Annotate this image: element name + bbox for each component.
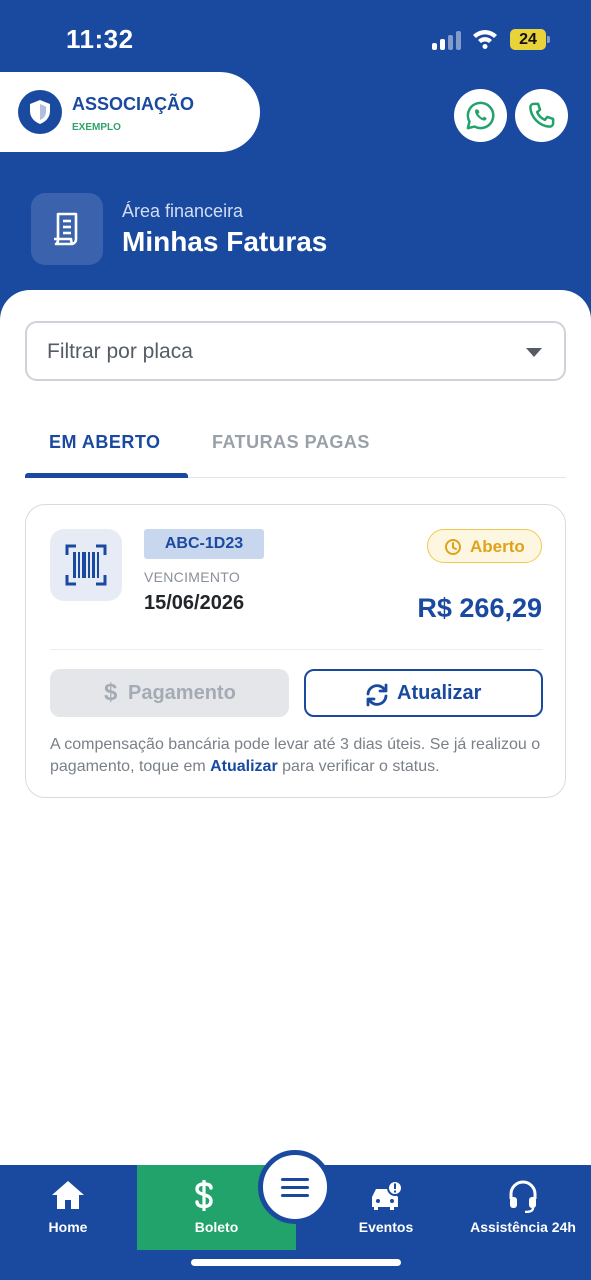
home-indicator — [191, 1259, 401, 1266]
car-alert-icon — [372, 1180, 403, 1210]
chevron-down-icon — [526, 348, 542, 357]
payment-button-label: Pagamento — [128, 682, 236, 704]
note-text-end: para verificar o status. — [277, 758, 440, 775]
page-title: Minhas Faturas — [122, 226, 328, 257]
due-label: VENCIMENTO — [144, 569, 241, 585]
status-bar: 11:32 24 — [0, 0, 591, 72]
invoice-tabs: EM ABERTO FATURAS PAGAS — [25, 420, 566, 478]
clock-icon — [445, 539, 461, 555]
due-date: 15/06/2026 — [144, 592, 245, 614]
whatsapp-button[interactable] — [454, 89, 507, 142]
barcode-icon — [50, 529, 122, 601]
menu-button[interactable] — [258, 1150, 332, 1224]
tab-em-aberto[interactable]: EM ABERTO — [49, 432, 161, 453]
nav-home[interactable]: Home — [18, 1165, 118, 1250]
refresh-icon — [366, 683, 388, 707]
invoice-card: ABC-1D23 VENCIMENTO 15/06/2026 Aberto R$… — [25, 504, 566, 798]
note-refresh-link[interactable]: Atualizar — [210, 758, 278, 775]
active-tab-indicator — [25, 473, 188, 478]
brand-subtitle: EXEMPLO — [72, 122, 121, 133]
whatsapp-icon — [466, 101, 495, 130]
phone-icon — [529, 102, 555, 128]
nav-eventos-label: Eventos — [358, 1219, 414, 1235]
home-icon — [52, 1181, 84, 1209]
payment-note: A compensação bancária pode levar até 3 … — [50, 734, 550, 778]
main-content: Filtrar por placa EM ABERTO FATURAS PAGA… — [0, 290, 591, 1165]
filter-placeholder: Filtrar por placa — [47, 340, 193, 363]
section-kicker: Área financeira — [122, 201, 244, 221]
wifi-icon — [472, 27, 498, 49]
status-label: Aberto — [470, 537, 525, 556]
payment-button[interactable]: $ Pagamento — [50, 669, 289, 717]
phone-button[interactable] — [515, 89, 568, 142]
status-badge: Aberto — [427, 529, 542, 563]
divider — [50, 649, 543, 650]
nav-home-label: Home — [48, 1219, 88, 1235]
receipt-icon — [31, 193, 103, 265]
dollar-icon: $ — [104, 679, 118, 706]
refresh-button-label: Atualizar — [397, 682, 482, 704]
nav-eventos[interactable]: Eventos — [336, 1165, 436, 1250]
refresh-button[interactable]: Atualizar — [304, 669, 543, 717]
headset-icon — [509, 1180, 537, 1213]
battery-icon: 24 — [510, 29, 550, 50]
nav-boleto-label: Boleto — [194, 1219, 239, 1235]
vehicle-plate: ABC-1D23 — [144, 529, 264, 559]
tab-faturas-pagas[interactable]: FATURAS PAGAS — [212, 432, 370, 453]
header: 11:32 24 ASSOCIAÇÃO EXEMPLO Área finance… — [0, 0, 591, 340]
shield-icon — [18, 90, 62, 134]
battery-level: 24 — [510, 29, 546, 50]
brand-badge: ASSOCIAÇÃO EXEMPLO — [0, 72, 260, 152]
plate-filter-select[interactable]: Filtrar por placa — [25, 321, 566, 381]
brand-name: ASSOCIAÇÃO — [72, 94, 195, 114]
signal-icon — [432, 30, 464, 50]
menu-icon — [281, 1178, 309, 1197]
nav-assistencia-label: Assistência 24h — [470, 1219, 576, 1235]
invoice-amount: R$ 266,29 — [417, 593, 542, 623]
nav-assistencia[interactable]: Assistência 24h — [458, 1165, 588, 1250]
status-time: 11:32 — [66, 24, 134, 54]
dollar-icon — [195, 1180, 213, 1211]
